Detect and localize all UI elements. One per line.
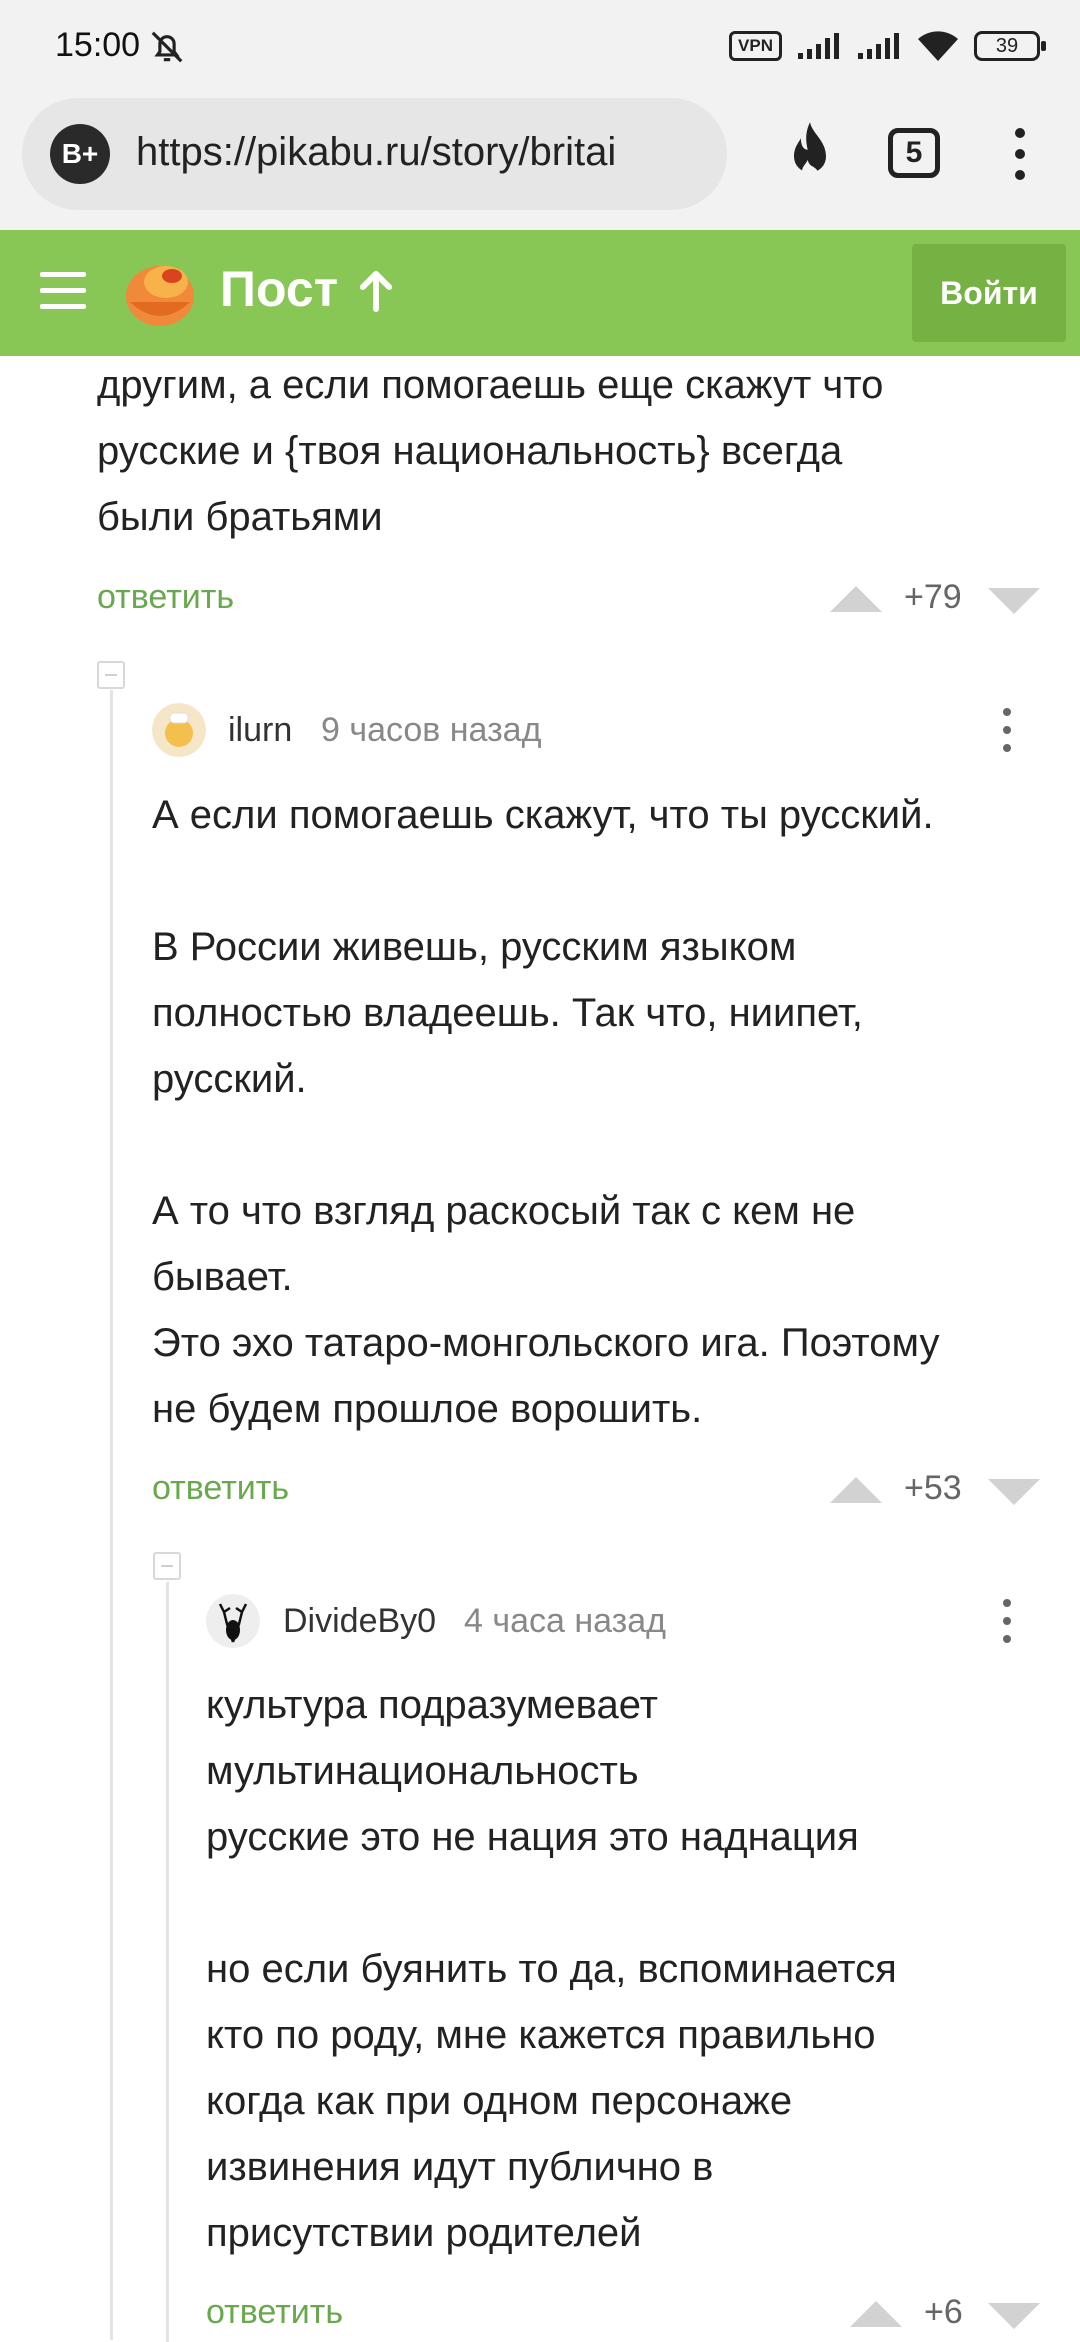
reply-link[interactable]: ответить xyxy=(206,2293,343,2332)
comment-text: культура подразумевает мультинационально… xyxy=(206,1683,897,2255)
site-header: Пост Войти xyxy=(0,230,1080,356)
signal-icon xyxy=(798,33,839,59)
upvote-icon[interactable] xyxy=(830,1477,882,1503)
signal-icon-2 xyxy=(858,33,899,59)
comment-author[interactable]: DivideBy0 xyxy=(283,1602,436,1641)
comment-author[interactable]: ilurn xyxy=(228,711,292,750)
fire-icon[interactable] xyxy=(782,120,838,184)
reply-link[interactable]: ответить xyxy=(97,578,234,617)
comment-score: +53 xyxy=(904,1469,962,1507)
tabs-count-button[interactable]: 5 xyxy=(888,128,940,178)
comment-more-icon[interactable] xyxy=(1001,1599,1013,1649)
comment-text: А если помогаешь скажут, что ты русский.… xyxy=(152,793,940,1431)
comment-text: другим, а если помогаешь еще скажут что … xyxy=(97,363,884,539)
url-text[interactable]: https://pikabu.ru/story/britai xyxy=(136,130,711,180)
vpn-badge: VPN xyxy=(729,31,782,61)
wifi-icon xyxy=(918,31,958,61)
comment-time: 9 часов назад xyxy=(321,711,542,749)
collapse-thread-icon[interactable] xyxy=(97,661,125,689)
menu-icon[interactable] xyxy=(40,272,86,312)
browser-badge-icon[interactable]: B+ xyxy=(50,124,110,184)
pikabu-logo-icon[interactable] xyxy=(120,252,200,332)
status-icons: VPN 39 xyxy=(729,26,1046,66)
bell-off-icon xyxy=(151,31,183,63)
upvote-icon[interactable] xyxy=(830,586,882,612)
arrow-up-icon[interactable] xyxy=(358,268,394,312)
downvote-icon[interactable] xyxy=(988,588,1040,614)
page-title: Пост xyxy=(220,261,339,317)
downvote-icon[interactable] xyxy=(988,1479,1040,1505)
upvote-icon[interactable] xyxy=(850,2301,902,2327)
downvote-icon[interactable] xyxy=(988,2303,1040,2329)
status-bar: 15:00 VPN 39 xyxy=(0,0,1080,92)
login-button[interactable]: Войти xyxy=(912,244,1066,342)
comment-more-icon[interactable] xyxy=(1001,708,1013,758)
comment-time: 4 часа назад xyxy=(464,1602,666,1640)
address-bar[interactable]: B+ https://pikabu.ru/story/britai xyxy=(22,98,727,210)
collapse-thread-icon[interactable] xyxy=(153,1552,181,1580)
battery-icon: 39 xyxy=(974,31,1046,61)
avatar[interactable] xyxy=(206,1594,260,1648)
status-time: 15:00 xyxy=(55,26,141,64)
thread-line[interactable] xyxy=(110,690,113,2340)
avatar[interactable] xyxy=(152,703,206,757)
browser-menu-icon[interactable] xyxy=(1010,128,1030,184)
thread-line[interactable] xyxy=(166,1582,169,2342)
reply-link[interactable]: ответить xyxy=(152,1469,289,1508)
comment-score: +6 xyxy=(924,2293,963,2331)
comment-score: +79 xyxy=(904,578,962,616)
